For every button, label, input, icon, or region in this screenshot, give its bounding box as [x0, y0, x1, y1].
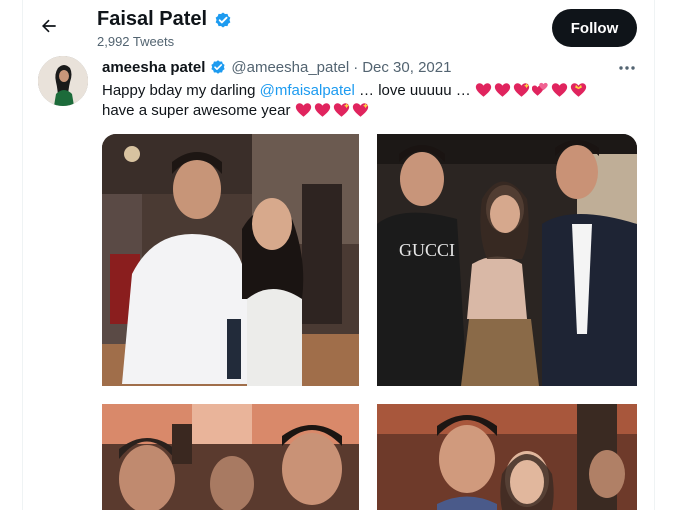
red-heart-icon: [295, 103, 311, 117]
verified-badge-icon: [211, 60, 225, 74]
tweet-text-part2: … love uuuuu …: [354, 82, 475, 99]
tweet-text-line-1: Happy bday my darling @mfaisalpatel … lo…: [102, 81, 642, 101]
tweet-photo-1[interactable]: [102, 134, 359, 386]
follow-button[interactable]: Follow: [552, 9, 637, 47]
sparkling-heart-icon: [513, 83, 530, 97]
sparkling-heart-icon: [333, 103, 349, 117]
author-name[interactable]: ameesha patel: [102, 59, 205, 76]
tweet-media-grid: GUCCI: [102, 134, 637, 510]
tweet-text-part1: Happy bday my darling: [102, 82, 260, 99]
author-avatar[interactable]: [38, 56, 88, 106]
emoji-group-line2: [295, 102, 369, 118]
tweet-photo-2[interactable]: GUCCI: [377, 134, 637, 386]
profile-name-row: Faisal Patel: [97, 8, 233, 31]
emoji-group-line1: [475, 82, 587, 98]
separator-dot: ·: [353, 58, 359, 76]
profile-name: Faisal Patel: [97, 8, 208, 30]
tweet-count: 2,992 Tweets: [97, 34, 175, 49]
two-hearts-icon: [531, 82, 548, 96]
back-button[interactable]: [35, 12, 63, 40]
red-heart-icon: [314, 103, 330, 117]
more-horizontal-icon: [619, 66, 635, 70]
more-options-button[interactable]: [614, 58, 640, 78]
tweet-text-line2: have a super awesome year: [102, 102, 295, 119]
tweet-date[interactable]: Dec 30, 2021: [362, 59, 451, 76]
tweet-photo-4[interactable]: [377, 404, 637, 510]
tweet-text: Happy bday my darling @mfaisalpatel … lo…: [102, 81, 642, 121]
red-heart-icon: [475, 83, 492, 97]
tweet-header: ameesha patel @ameesha_patel · Dec 30, 2…: [102, 58, 451, 76]
verified-badge-icon: [215, 12, 231, 27]
red-heart-icon: [551, 83, 568, 97]
tweet-text-line-2: have a super awesome year: [102, 101, 642, 121]
svg-text:GUCCI: GUCCI: [399, 240, 455, 260]
profile-header: Faisal Patel 2,992 Tweets Follow: [23, 0, 654, 56]
column-border-right: [654, 0, 655, 510]
mention-link[interactable]: @mfaisalpatel: [260, 82, 355, 99]
tweet-photo-3[interactable]: [102, 404, 359, 510]
sparkling-heart-icon: [352, 103, 368, 117]
column-border-left: [22, 0, 23, 510]
heart-with-ribbon-icon: [570, 83, 587, 97]
author-handle[interactable]: @ameesha_patel: [231, 59, 349, 76]
red-heart-icon: [494, 83, 511, 97]
arrow-left-icon: [42, 19, 56, 33]
